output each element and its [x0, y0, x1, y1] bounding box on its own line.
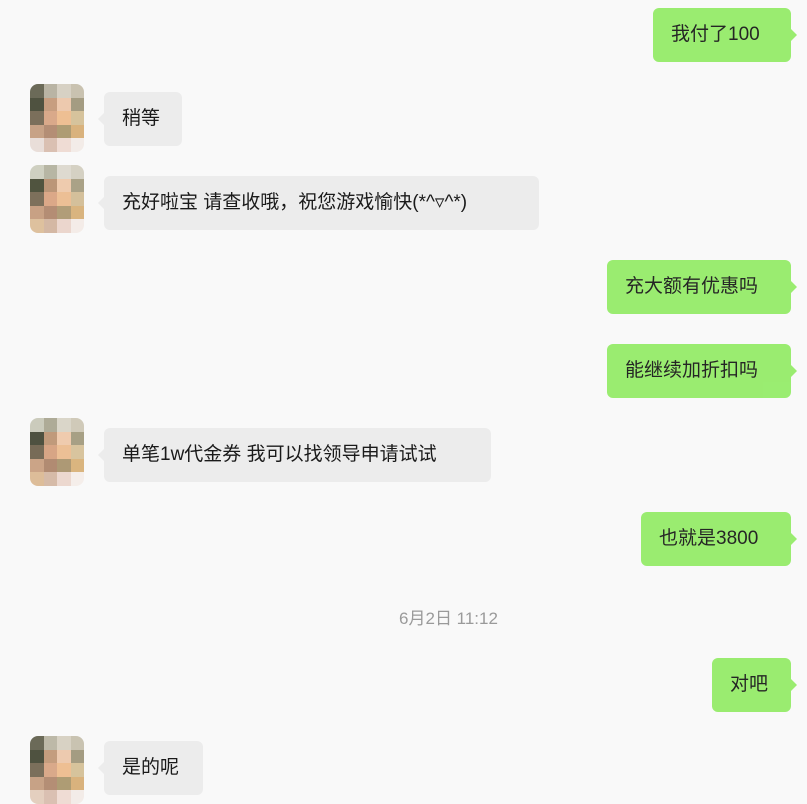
incoming-message-bubble[interactable]: 稍等	[98, 92, 182, 146]
contact-avatar[interactable]	[30, 736, 84, 804]
bubble-tail	[98, 449, 104, 461]
message-text: 充好啦宝 请查收哦，祝您游戏愉快(*^▿^*)	[122, 192, 468, 213]
incoming-message-bubble[interactable]: 是的呢	[98, 741, 203, 795]
incoming-message-bubble[interactable]: 单笔1w代金券 我可以找领导申请试试	[98, 428, 491, 482]
outgoing-message-bubble[interactable]: 能继续加折扣吗	[607, 344, 797, 398]
message-text: 单笔1w代金券 我可以找领导申请试试	[122, 444, 437, 465]
message-text: 稍等	[122, 108, 161, 129]
message-text: 能继续加折扣吗	[625, 360, 759, 381]
incoming-message-bubble[interactable]: 充好啦宝 请查收哦，祝您游戏愉快(*^▿^*)	[98, 176, 539, 230]
message-text: 也就是3800	[659, 528, 759, 549]
bubble-tail	[791, 281, 797, 293]
contact-avatar[interactable]	[30, 418, 84, 486]
message-text: 对吧	[730, 674, 769, 695]
bubble-tail	[791, 365, 797, 377]
bubble-tail	[98, 762, 104, 774]
message-text: 充大额有优惠吗	[625, 276, 759, 297]
bubble-tail	[791, 29, 797, 41]
outgoing-message-bubble[interactable]: 充大额有优惠吗	[607, 260, 797, 314]
contact-avatar[interactable]	[30, 84, 84, 152]
outgoing-message-bubble[interactable]: 对吧	[712, 658, 797, 712]
chat-message-list[interactable]: 我付了100 稍等 充好啦宝 请查收哦，祝您游戏愉快(*^▿^*) 充大额有优惠…	[0, 0, 807, 804]
bubble-tail	[791, 679, 797, 691]
message-timestamp: 6月2日 11:12	[399, 609, 498, 628]
message-text: 是的呢	[122, 757, 180, 778]
bubble-tail	[98, 113, 104, 125]
bubble-tail	[791, 533, 797, 545]
message-text: 我付了100	[671, 24, 760, 45]
contact-avatar[interactable]	[30, 165, 84, 233]
outgoing-message-bubble[interactable]: 我付了100	[653, 8, 797, 62]
bubble-tail	[98, 197, 104, 209]
outgoing-message-bubble[interactable]: 也就是3800	[641, 512, 797, 566]
